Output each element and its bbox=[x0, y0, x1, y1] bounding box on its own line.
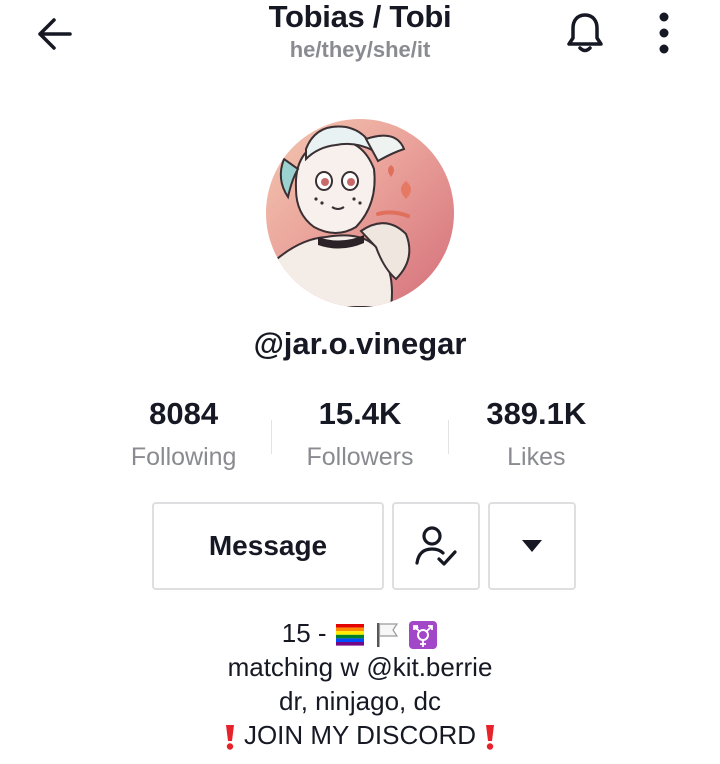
display-name: Tobias / Tobi bbox=[268, 0, 452, 34]
profile-stats: 8084 Following 15.4K Followers 389.1K Li… bbox=[96, 394, 624, 484]
followers-label: Followers bbox=[306, 443, 414, 471]
vertical-dots-icon bbox=[659, 12, 669, 54]
notification-button[interactable] bbox=[560, 8, 610, 58]
stat-followers[interactable]: 15.4K Followers bbox=[272, 394, 447, 484]
user-check-icon bbox=[415, 526, 457, 566]
bio-age-text: 15 - bbox=[281, 618, 334, 648]
following-status-button[interactable] bbox=[392, 502, 480, 590]
avatar[interactable] bbox=[266, 119, 454, 307]
bio-line-age: 15 - bbox=[60, 616, 660, 650]
bio-line-fandoms: dr, ninjago, dc bbox=[279, 686, 441, 717]
bell-icon bbox=[567, 13, 603, 53]
discord-callout-text: JOIN MY DISCORD bbox=[243, 720, 477, 751]
rainbow-flag-icon bbox=[335, 624, 364, 646]
likes-count: 389.1K bbox=[486, 396, 587, 431]
white-flag-icon bbox=[377, 623, 399, 648]
pronouns: he/they/she/it bbox=[289, 37, 431, 62]
stat-following[interactable]: 8084 Following bbox=[96, 394, 271, 484]
arrow-left-icon bbox=[38, 18, 72, 50]
followers-count: 15.4K bbox=[318, 396, 402, 431]
message-button[interactable]: Message bbox=[152, 502, 384, 590]
transgender-symbol-icon bbox=[409, 621, 438, 650]
exclamation-icon bbox=[225, 725, 234, 750]
more-options-button[interactable] bbox=[642, 8, 686, 58]
avatar-image bbox=[266, 119, 454, 307]
bio-line-discord: JOIN MY DISCORD bbox=[60, 718, 660, 752]
bio-line-matching: matching w @kit.berrie bbox=[227, 652, 493, 683]
following-count: 8084 bbox=[149, 396, 219, 431]
likes-label: Likes bbox=[507, 443, 566, 471]
username: @jar.o.vinegar bbox=[253, 326, 467, 361]
back-button[interactable] bbox=[28, 12, 80, 56]
top-bar: Tobias / Tobi he/they/she/it bbox=[0, 0, 720, 80]
stat-likes[interactable]: 389.1K Likes bbox=[449, 394, 624, 484]
exclamation-icon bbox=[486, 725, 495, 750]
bio: 15 - matching w @kit.berrie dr, ninjago,… bbox=[60, 616, 660, 752]
profile-header: Tobias / Tobi he/they/she/it bbox=[160, 0, 560, 64]
following-label: Following bbox=[130, 443, 237, 471]
suggested-accounts-button[interactable] bbox=[488, 502, 576, 590]
caret-down-icon bbox=[522, 540, 542, 552]
